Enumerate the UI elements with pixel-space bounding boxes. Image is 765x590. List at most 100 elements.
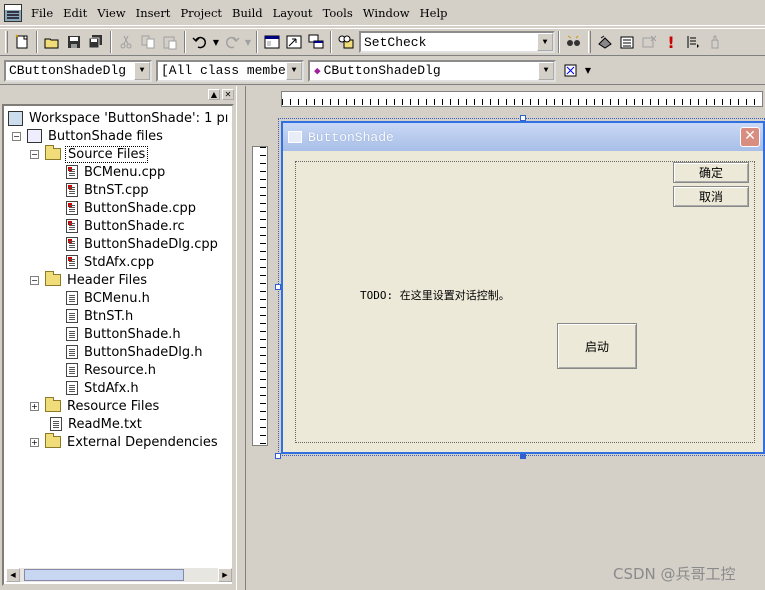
dialog-preview[interactable]: ButtonShade ✕ 确定 取消 TODO: 在这里设置对话控制。 启动 — [281, 121, 765, 454]
tree-item[interactable]: + Resource Files — [30, 397, 161, 415]
close-pane-icon[interactable]: ✕ — [222, 89, 234, 100]
tree-item[interactable]: BCMenu.cpp — [66, 163, 167, 181]
tree-item-label[interactable]: Source Files — [65, 145, 149, 163]
find-in-files-icon[interactable] — [335, 31, 357, 53]
member-combo-value[interactable]: CButtonShadeDlg — [321, 63, 538, 78]
stop-build-icon[interactable] — [638, 31, 660, 53]
filter-combo-value[interactable]: [All class members] — [158, 63, 286, 78]
filter-combo[interactable]: [All class members] ▼ — [156, 59, 304, 82]
find-combo-value[interactable]: SetCheck — [361, 35, 537, 50]
pane-splitter[interactable] — [236, 86, 246, 590]
menu-tools[interactable]: Tools — [318, 3, 358, 23]
tree-item-label[interactable]: ButtonShade.rc — [82, 219, 187, 234]
windows-icon[interactable] — [305, 31, 327, 53]
tree-item-label[interactable]: StdAfx.h — [82, 381, 141, 396]
tree-item-label[interactable]: BtnST.h — [82, 309, 135, 324]
tree-item[interactable]: − Source Files — [30, 145, 149, 163]
collapse-icon[interactable]: − — [12, 131, 21, 141]
tree-item-label[interactable]: StdAfx.cpp — [82, 255, 156, 270]
dialog-title-bar[interactable]: ButtonShade ✕ — [283, 123, 763, 151]
wizard-action-icon[interactable] — [560, 60, 582, 82]
expand-icon[interactable]: + — [30, 401, 39, 411]
copy-icon[interactable] — [137, 31, 159, 53]
find-icon[interactable] — [563, 31, 585, 53]
menu-layout[interactable]: Layout — [268, 3, 318, 23]
workspace-tree[interactable]: Workspace 'ButtonShade': 1 pı − ButtonShad… — [2, 104, 234, 586]
build-icon[interactable] — [616, 31, 638, 53]
tree-item[interactable]: ButtonShade.h — [66, 325, 183, 343]
save-icon[interactable] — [63, 31, 85, 53]
tree-item[interactable]: ButtonShadeDlg.h — [66, 343, 205, 361]
scroll-right-icon[interactable]: ▶ — [218, 568, 232, 582]
tree-item[interactable]: StdAfx.cpp — [66, 253, 156, 271]
paste-icon[interactable] — [159, 31, 181, 53]
tree-item[interactable]: BtnST.cpp — [66, 181, 151, 199]
start-button[interactable]: 启动 — [557, 323, 637, 369]
undo-icon[interactable] — [189, 31, 211, 53]
collapse-icon[interactable]: − — [30, 275, 39, 285]
insert-breakpoint-icon[interactable] — [682, 31, 704, 53]
menu-insert[interactable]: Insert — [131, 3, 176, 23]
chevron-down-icon[interactable]: ▼ — [538, 61, 554, 80]
scroll-left-icon[interactable]: ◀ — [6, 568, 20, 582]
tree-item-label[interactable]: Workspace 'ButtonShade': 1 pı — [27, 111, 230, 126]
ok-button[interactable]: 确定 — [673, 162, 749, 183]
toolbar-grip[interactable] — [5, 31, 8, 53]
tree-item[interactable]: BCMenu.h — [66, 289, 152, 307]
maximize-pane-icon[interactable]: ▲ — [208, 89, 220, 100]
horizontal-scrollbar[interactable]: ◀ ▶ — [6, 568, 232, 582]
menu-file[interactable]: File — [26, 3, 58, 23]
tree-item[interactable]: Resource.h — [66, 361, 158, 379]
app-icon[interactable] — [4, 3, 22, 22]
menu-edit[interactable]: Edit — [58, 3, 92, 23]
tree-item[interactable]: StdAfx.h — [66, 379, 141, 397]
tree-item[interactable]: BtnST.h — [66, 307, 135, 325]
tree-item[interactable]: ButtonShade.rc — [66, 217, 187, 235]
redo-dropdown-icon[interactable]: ▼ — [243, 31, 253, 53]
member-combo[interactable]: ◆ CButtonShadeDlg ▼ — [308, 59, 556, 82]
undo-dropdown-icon[interactable]: ▼ — [211, 31, 221, 53]
tree-item-label[interactable]: Header Files — [65, 273, 149, 288]
tree-item[interactable]: ReadMe.txt — [50, 415, 144, 433]
menu-help[interactable]: Help — [415, 3, 453, 23]
collapse-icon[interactable]: − — [30, 149, 39, 159]
wizard-action-dropdown-icon[interactable]: ▼ — [582, 60, 594, 82]
tree-item[interactable]: − ButtonShade files — [12, 127, 165, 145]
tree-item-label[interactable]: ButtonShade.cpp — [82, 201, 198, 216]
chevron-down-icon[interactable]: ▼ — [286, 61, 302, 80]
tree-item-label[interactable]: Resource.h — [82, 363, 158, 378]
menu-build[interactable]: Build — [227, 3, 268, 23]
tree-item-label[interactable]: BtnST.cpp — [82, 183, 151, 198]
redo-icon[interactable] — [221, 31, 243, 53]
expand-icon[interactable]: + — [30, 437, 39, 447]
tree-item[interactable]: + External Dependencies — [30, 433, 220, 451]
tree-item-label[interactable]: ReadMe.txt — [66, 417, 144, 432]
tree-item-label[interactable]: ButtonShadeDlg.h — [82, 345, 205, 360]
tree-item-label[interactable]: BCMenu.cpp — [82, 165, 167, 180]
open-icon[interactable] — [41, 31, 63, 53]
class-combo[interactable]: CButtonShadeDlg ▼ — [4, 59, 152, 82]
tree-item-label[interactable]: ButtonShade.h — [82, 327, 183, 342]
class-combo-value[interactable]: CButtonShadeDlg — [6, 63, 134, 78]
save-all-icon[interactable] — [85, 31, 107, 53]
find-combo[interactable]: SetCheck ▼ — [359, 31, 555, 53]
chevron-down-icon[interactable]: ▼ — [537, 33, 553, 51]
tree-item[interactable]: Workspace 'ButtonShade': 1 pı — [8, 109, 230, 127]
go-icon[interactable] — [704, 31, 726, 53]
workspace-icon[interactable] — [261, 31, 283, 53]
tree-item-label[interactable]: External Dependencies — [65, 435, 220, 450]
tree-item-label[interactable]: BCMenu.h — [82, 291, 152, 306]
new-file-icon[interactable] — [11, 31, 33, 53]
compile-icon[interactable] — [594, 31, 616, 53]
cancel-button[interactable]: 取消 — [673, 186, 749, 207]
execute-icon[interactable]: ! — [660, 31, 682, 53]
tree-item-label[interactable]: ButtonShade files — [46, 129, 165, 144]
menu-view[interactable]: View — [92, 3, 130, 23]
menu-window[interactable]: Window — [358, 3, 415, 23]
scroll-thumb[interactable] — [24, 569, 184, 581]
cut-icon[interactable] — [115, 31, 137, 53]
todo-static-text[interactable]: TODO: 在这里设置对话控制。 — [360, 287, 510, 303]
output-icon[interactable] — [283, 31, 305, 53]
close-icon[interactable]: ✕ — [740, 127, 760, 147]
toolbar-grip[interactable] — [588, 31, 591, 53]
